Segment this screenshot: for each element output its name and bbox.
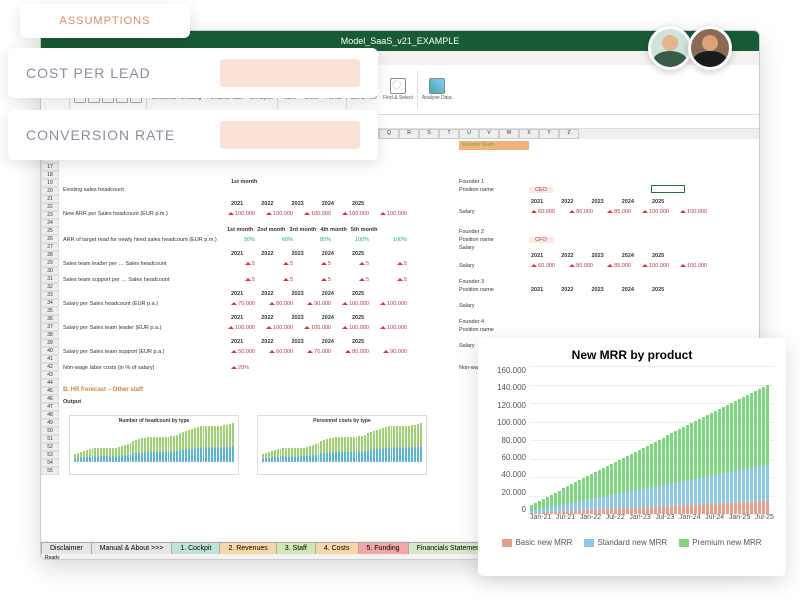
row-founder3: Founder 3 bbox=[459, 279, 484, 285]
label-cpl: COST PER LEAD bbox=[26, 65, 151, 81]
col-Z[interactable]: Z bbox=[559, 129, 579, 139]
sheet-tab-3[interactable]: 2. Revenues bbox=[219, 542, 276, 554]
sheet-tab-4[interactable]: 3. Staff bbox=[276, 542, 316, 554]
window-title: Model_SaaS_v21_EXAMPLE bbox=[341, 36, 460, 46]
label-conversion: CONVERSION RATE bbox=[26, 127, 175, 143]
chart-xaxis: Jan-21Jul-21Jan-22Jul-22Jan-23Jul-23Jan-… bbox=[530, 514, 774, 532]
banner-founder-team: Founder Team bbox=[459, 141, 529, 150]
chart-plot: 160.000140.000120.000100.00080.00060.000… bbox=[490, 366, 774, 532]
chart-yaxis: 160.000140.000120.000100.00080.00060.000… bbox=[490, 366, 530, 514]
chart-legend: Basic new MRR Standard new MRR Premium n… bbox=[490, 538, 774, 547]
vals-salary-leader: 100.000100.000100.000100.000100.000 bbox=[227, 325, 407, 331]
hdr-first-month: 1st month bbox=[231, 179, 257, 185]
val-ceo: CEO bbox=[529, 187, 553, 193]
row-f1-salary: Salary bbox=[459, 209, 475, 215]
analyse-icon bbox=[429, 78, 445, 94]
row-f3-salary: Salary bbox=[459, 303, 475, 309]
col-U[interactable]: U bbox=[459, 129, 479, 139]
val-cfo: CFO bbox=[529, 237, 553, 243]
val-nonwage: 20% bbox=[231, 365, 249, 371]
row-newarr: New ARR per Sales headcount (EUR p.m.) bbox=[63, 211, 168, 217]
col-Q[interactable]: Q bbox=[379, 129, 399, 139]
row-f2-salary2: Salary bbox=[459, 263, 475, 269]
legend-standard: Standard new MRR bbox=[584, 538, 667, 547]
mini-chart-headcount: Number of headcount by type bbox=[69, 415, 239, 475]
year-headers-4: 20212022202320242025 bbox=[231, 315, 364, 321]
card-assumptions: ASSUMPTIONS bbox=[20, 4, 190, 38]
vals-team-leader: 55555 bbox=[227, 261, 407, 267]
row-f4-salary: Salary bbox=[459, 343, 475, 349]
founder-years: 20212022202320242025 bbox=[531, 199, 664, 205]
row-salary-leader: Salary per Sales team leader (EUR p.a.) bbox=[63, 325, 161, 331]
find-icon bbox=[390, 78, 406, 94]
card-cost-per-lead: COST PER LEAD bbox=[8, 48, 378, 98]
row-salary-sales: Salary per Sales headcount (EUR p.a.) bbox=[63, 301, 158, 307]
legend-basic: Basic new MRR bbox=[502, 538, 572, 547]
year-headers-3: 20212022202320242025 bbox=[231, 291, 364, 297]
vals-f2-salary: 60.00080.00085.000100.000100.000 bbox=[527, 263, 707, 269]
col-R[interactable]: R bbox=[399, 129, 419, 139]
vals-salary-support: 50.00060.00070.00080.00090.000 bbox=[227, 349, 407, 355]
col-Y[interactable]: Y bbox=[539, 129, 559, 139]
sheet-tab-0[interactable]: Disclaimer bbox=[41, 542, 92, 554]
row-founder4: Founder 4 bbox=[459, 319, 484, 325]
row-team-support: Sales team support per … Sales headcount bbox=[63, 277, 169, 283]
chart-new-mrr: New MRR by product 160.000140.000120.000… bbox=[478, 338, 786, 576]
row-f4-position: Position name bbox=[459, 327, 494, 333]
chart-title: New MRR by product bbox=[490, 348, 774, 362]
year-headers: 20212022202320242025 bbox=[231, 201, 364, 207]
row-f2-salary: Salary bbox=[459, 245, 475, 251]
row-nums: 1415161718192021222324252627282930313233… bbox=[41, 139, 59, 475]
cpl-swatch bbox=[220, 59, 360, 87]
year-headers-5: 20212022202320242025 bbox=[231, 339, 364, 345]
col-V[interactable]: V bbox=[479, 129, 499, 139]
card-conversion-rate: CONVERSION RATE bbox=[8, 110, 378, 160]
row-founder2: Founder 2 bbox=[459, 229, 484, 235]
active-cell[interactable] bbox=[651, 185, 685, 193]
avatar-2 bbox=[688, 26, 732, 70]
vals-newarr: 100.000100.000100.000100.000100.000 bbox=[227, 211, 407, 217]
vals-f1-salary: 60.00080.00085.000100.000100.000 bbox=[527, 209, 707, 215]
row-existing-sales: Existing sales headcount bbox=[63, 187, 124, 193]
sheet-tab-6[interactable]: 5. Funding bbox=[358, 542, 409, 554]
col-T[interactable]: T bbox=[439, 129, 459, 139]
section-hr-forecast: B. HR Forecast – Other staff bbox=[63, 387, 143, 393]
find[interactable]: Find & Select bbox=[381, 78, 415, 101]
mini-chart-costs: Personnel costs by type bbox=[257, 415, 427, 475]
row-nonwage: Non-wage labor costs (in % of salary) bbox=[63, 365, 154, 371]
row-salary-support: Salary per Sales team support (EUR p.a.) bbox=[63, 349, 165, 355]
founder-years-3: 20212022202320242025 bbox=[531, 287, 664, 293]
sheet-tab-2[interactable]: 1. Cockpit bbox=[171, 542, 220, 554]
legend-premium: Premium new MRR bbox=[679, 538, 761, 547]
row-founder1: Founder 1 bbox=[459, 179, 484, 185]
year-headers-2: 20212022202320242025 bbox=[231, 251, 364, 257]
sheet-tab-1[interactable]: Manual & About >>> bbox=[91, 542, 173, 554]
row-arr-target: ARR of target read for newly hired sales… bbox=[63, 237, 217, 243]
col-S[interactable]: S bbox=[419, 129, 439, 139]
sheet-tab-5[interactable]: 4. Costs bbox=[315, 542, 359, 554]
label-assumptions: ASSUMPTIONS bbox=[59, 15, 150, 27]
col-X[interactable]: X bbox=[519, 129, 539, 139]
avatar-1 bbox=[648, 26, 692, 70]
row-f3-position: Position name bbox=[459, 287, 494, 293]
row-f2-position: Position name bbox=[459, 237, 494, 243]
founder-years-2: 20212022202320242025 bbox=[531, 253, 664, 259]
col-W[interactable]: W bbox=[499, 129, 519, 139]
month-headers: 1st month2nd month3rd month4th month5th … bbox=[227, 227, 377, 233]
row-f1-position: Position name bbox=[459, 187, 494, 193]
label-output: Output bbox=[63, 399, 81, 405]
conversion-swatch bbox=[220, 121, 360, 149]
row-team-leader: Sales team leader per … Sales headcount bbox=[63, 261, 166, 267]
analyse[interactable]: Analyse Data bbox=[420, 78, 454, 101]
vals-arr-target: 50%60%80%100%100% bbox=[227, 237, 407, 243]
chart-bars bbox=[530, 366, 774, 514]
vals-team-support: 55555 bbox=[227, 277, 407, 283]
vals-salary-sales: 70.00080.00090.000100.000100.000 bbox=[227, 301, 407, 307]
